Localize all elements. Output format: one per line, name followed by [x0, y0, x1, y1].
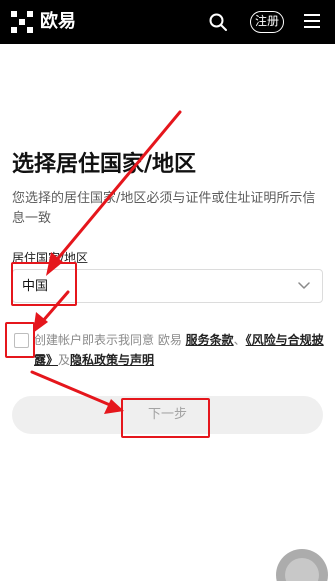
register-button[interactable]: 注册: [250, 11, 284, 33]
next-step-button[interactable]: 下一步: [12, 396, 323, 434]
brand-name: 欧易: [40, 11, 76, 32]
agreement-text: 创建帐户即表示我同意 欧易 服务条款、《风险与合规披露》及隐私政策与声明: [34, 330, 324, 370]
floating-button-inner: [285, 558, 319, 581]
agreement-checkbox[interactable]: [14, 333, 29, 348]
chevron-down-icon: [298, 282, 310, 289]
top-header: 欧易 注册: [0, 0, 335, 44]
page-title: 选择居住国家/地区: [12, 152, 197, 177]
country-select-value: 中国: [22, 279, 49, 294]
agreement-and: 及: [58, 353, 71, 367]
privacy-policy-link[interactable]: 隐私政策与声明: [70, 353, 154, 367]
country-field-label: 居住国家/地区: [12, 251, 89, 265]
search-icon[interactable]: [208, 12, 228, 32]
terms-of-service-link[interactable]: 服务条款: [186, 333, 234, 347]
okx-logo-icon[interactable]: [10, 10, 34, 34]
floating-assistant-button[interactable]: [276, 549, 328, 581]
screen: 欧易 注册 选择居住国家/地区 您选择的居住国家/地区必须与证件或住址证明所示信…: [0, 0, 335, 581]
agreement-prefix: 创建帐户即表示我同意 欧易: [34, 333, 186, 347]
page-description: 您选择的居住国家/地区必须与证件或住址证明所示信息一致: [12, 191, 316, 226]
menu-icon[interactable]: [304, 14, 320, 28]
agreement-separator: 、: [233, 333, 246, 347]
country-select[interactable]: 中国: [12, 269, 323, 303]
